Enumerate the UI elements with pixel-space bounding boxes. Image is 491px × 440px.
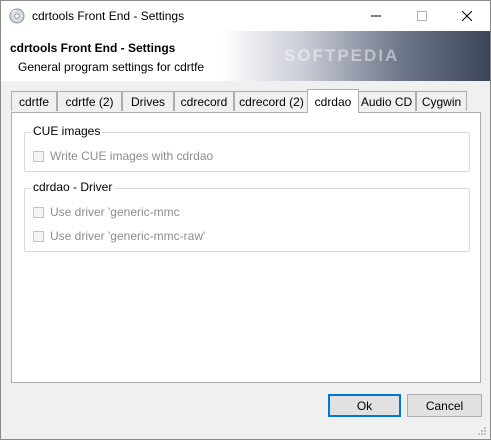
resize-grip-icon[interactable]: [477, 426, 487, 436]
minimize-button[interactable]: [353, 1, 399, 31]
tab-cygwin[interactable]: Cygwin: [416, 91, 467, 111]
header-subtitle: General program settings for cdrtfe: [18, 60, 205, 74]
tab-strip: cdrtfe cdrtfe (2) Drives cdrecord cdreco…: [11, 89, 481, 113]
maximize-icon: [417, 11, 427, 21]
window-title: cdrtools Front End - Settings: [32, 9, 185, 23]
checkbox[interactable]: [33, 150, 44, 162]
settings-header: cdrtools Front End - Settings General pr…: [1, 31, 490, 81]
option-generic-mmc[interactable]: Use driver 'generic-mmc: [33, 205, 180, 219]
checkbox[interactable]: [33, 230, 44, 242]
ok-button[interactable]: Ok: [328, 394, 401, 417]
cd-disc-icon: [9, 8, 25, 24]
maximize-button[interactable]: [399, 1, 445, 31]
option-label: Use driver 'generic-mmc: [50, 205, 180, 219]
close-icon: [462, 11, 472, 21]
group-label-cue-images: CUE images: [31, 124, 103, 138]
close-button[interactable]: [444, 1, 490, 31]
tab-cdrecord-2[interactable]: cdrecord (2): [234, 91, 309, 111]
option-write-cue[interactable]: Write CUE images with cdrdao: [33, 149, 213, 163]
cancel-button[interactable]: Cancel: [407, 394, 482, 417]
header-title: cdrtools Front End - Settings: [10, 41, 176, 55]
tab-cdrtfe[interactable]: cdrtfe: [11, 91, 57, 111]
tab-audio-cd[interactable]: Audio CD: [357, 91, 416, 111]
groupbox-cdrdao-driver: cdrdao - Driver Use driver 'generic-mmc …: [24, 180, 470, 252]
tab-drives[interactable]: Drives: [122, 91, 174, 111]
tab-cdrdao[interactable]: cdrdao: [307, 89, 359, 113]
minimize-icon: [371, 15, 381, 17]
option-label: Use driver 'generic-mmc-raw': [50, 229, 206, 243]
groupbox-cue-images: CUE images Write CUE images with cdrdao: [24, 124, 470, 172]
watermark-text: SOFTPEDIA: [284, 46, 400, 65]
tab-cdrecord[interactable]: cdrecord: [174, 91, 234, 111]
title-bar[interactable]: cdrtools Front End - Settings: [1, 1, 490, 31]
tab-cdrtfe-2[interactable]: cdrtfe (2): [57, 91, 122, 111]
group-label-cdrdao-driver: cdrdao - Driver: [31, 180, 115, 194]
tab-panel-cdrdao: CUE images Write CUE images with cdrdao …: [11, 112, 481, 383]
settings-window: cdrtools Front End - Settings cdrtools F…: [0, 0, 491, 440]
option-label: Write CUE images with cdrdao: [50, 149, 214, 163]
option-generic-mmc-raw[interactable]: Use driver 'generic-mmc-raw': [33, 229, 205, 243]
checkbox[interactable]: [33, 206, 44, 218]
